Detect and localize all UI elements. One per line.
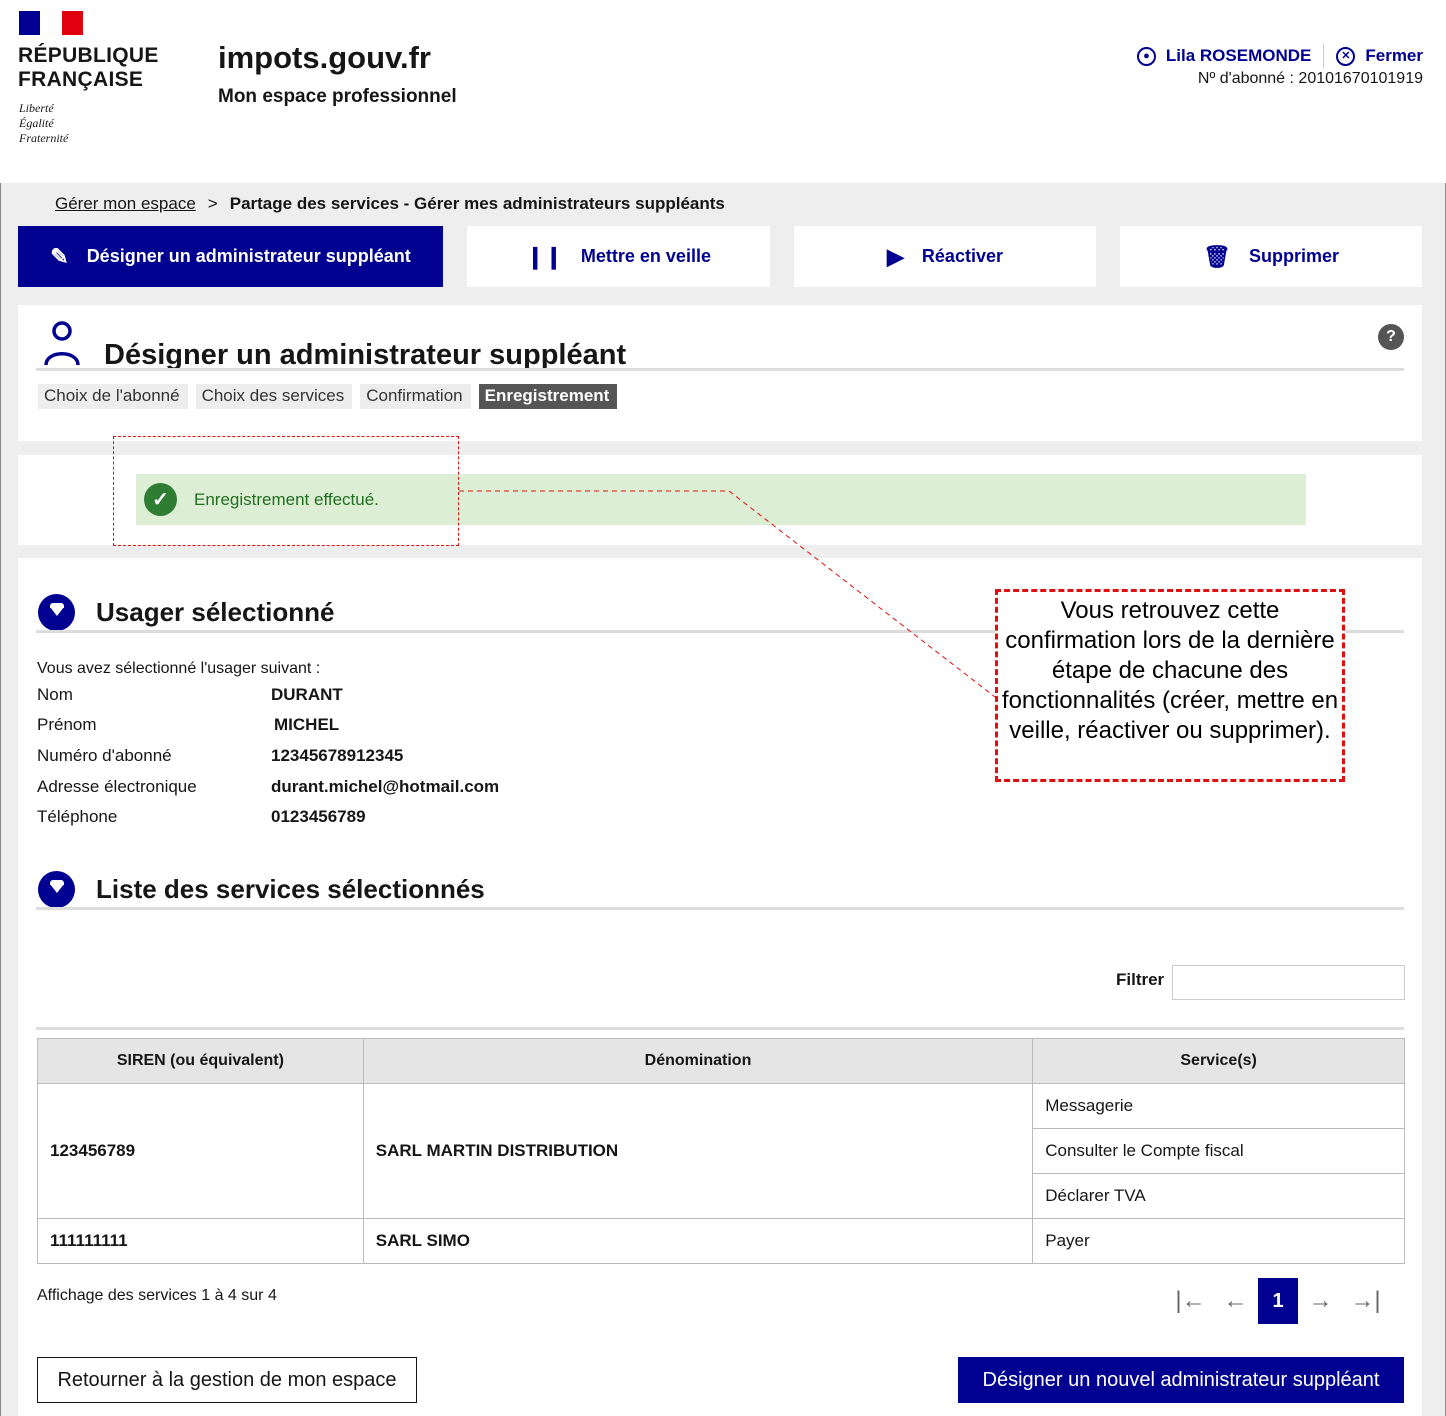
pencil-icon: ✎ xyxy=(50,243,69,269)
standby-button[interactable]: ❙❙ Mettre en veille xyxy=(467,226,770,287)
column-header-siren[interactable]: SIREN (ou équivalent) xyxy=(37,1038,364,1084)
title-panel: Désigner un administrateur suppléant ? C… xyxy=(18,305,1422,441)
divider xyxy=(1323,44,1325,68)
paging-info: Affichage des services 1 à 4 sur 4 xyxy=(37,1287,277,1304)
field-prenom: Prénom MICHEL xyxy=(37,715,339,735)
close-link[interactable]: Fermer xyxy=(1365,46,1423,66)
devise: Liberté Égalité Fraternité xyxy=(19,101,69,145)
chevron-down-icon[interactable] xyxy=(38,871,75,908)
field-value: MICHEL xyxy=(274,715,340,734)
services-section-title: Liste des services sélectionnés xyxy=(96,874,485,904)
designate-label: Désigner un administrateur suppléant xyxy=(86,246,411,266)
reactivate-button[interactable]: ▶ Réactiver xyxy=(794,226,1096,287)
title-underline xyxy=(36,368,1404,371)
designate-button[interactable]: ✎ Désigner un administrateur suppléant xyxy=(18,226,443,287)
step-choix-abonne: Choix de l'abonné xyxy=(38,384,188,409)
user-section-title: Usager sélectionné xyxy=(96,597,335,627)
cell-denomination: SARL SIMO xyxy=(362,1218,1034,1264)
republique-francaise-label: RÉPUBLIQUE FRANÇAISE xyxy=(18,44,159,91)
pause-icon: ❙❙ xyxy=(526,243,563,269)
field-value: 12345678912345 xyxy=(271,746,404,765)
cell-siren: 123456789 xyxy=(37,1083,364,1219)
step-choix-services: Choix des services xyxy=(195,384,353,409)
cell-service: Consulter le Compte fiscal xyxy=(1032,1128,1405,1174)
annotation-highlight-box xyxy=(113,436,459,546)
new-admin-button[interactable]: Désigner un nouvel administrateur supplé… xyxy=(958,1357,1404,1403)
close-icon[interactable]: ✕ xyxy=(1336,46,1356,66)
play-icon: ▶ xyxy=(887,243,904,269)
field-label: Prénom xyxy=(37,715,97,734)
delete-label: Supprimer xyxy=(1248,246,1339,266)
table-row: 111111111 SARL SIMO Payer xyxy=(37,1218,1405,1264)
stepper: Choix de l'abonné Choix des services Con… xyxy=(38,384,625,409)
user-intro: Vous avez sélectionné l'usager suivant : xyxy=(37,660,321,677)
subscriber-number: Nº d'abonné : 20101670101919 xyxy=(1197,70,1423,87)
column-header-denomination[interactable]: Dénomination xyxy=(362,1038,1034,1084)
user-section-header[interactable]: Usager sélectionné xyxy=(38,594,334,631)
cell-denomination: SARL MARTIN DISTRIBUTION xyxy=(362,1083,1034,1219)
site-title[interactable]: impots.gouv.fr xyxy=(218,40,431,76)
chevron-down-icon[interactable] xyxy=(38,594,75,631)
cell-siren: 111111111 xyxy=(37,1218,364,1264)
site-header: RÉPUBLIQUE FRANÇAISE Liberté Égalité Fra… xyxy=(0,0,1446,183)
filter-input[interactable] xyxy=(1172,965,1405,1000)
annotation-callout: Vous retrouvez cette confirmation lors d… xyxy=(995,589,1345,782)
trash-icon: 🗑 xyxy=(1203,243,1231,269)
breadcrumb: Gérer mon espace > Partage des services … xyxy=(55,194,725,214)
user-bar: ● Lila ROSEMONDE ✕ Fermer xyxy=(1136,44,1423,68)
user-name[interactable]: Lila ROSEMONDE xyxy=(1166,46,1311,66)
field-value: durant.michel@hotmail.com xyxy=(271,777,500,796)
field-label: Nom xyxy=(37,685,73,704)
field-value: 0123456789 xyxy=(271,807,366,826)
last-page-icon[interactable]: →| xyxy=(1343,1278,1388,1324)
field-numero-abonne: Numéro d'abonné 12345678912345 xyxy=(37,746,403,766)
breadcrumb-link-gerer[interactable]: Gérer mon espace xyxy=(55,194,196,214)
field-label: Adresse électronique xyxy=(37,777,197,796)
field-label: Numéro d'abonné xyxy=(37,746,172,765)
back-button[interactable]: Retourner à la gestion de mon espace xyxy=(37,1357,417,1403)
services-section-header[interactable]: Liste des services sélectionnés xyxy=(38,871,485,908)
pagination: |← ← 1 → →| xyxy=(1168,1278,1388,1324)
cell-service: Payer xyxy=(1032,1218,1405,1264)
section-underline xyxy=(36,907,1404,910)
help-icon[interactable]: ? xyxy=(1378,324,1404,350)
services-table: SIREN (ou équivalent) Dénomination Servi… xyxy=(37,1038,1405,1264)
column-header-services[interactable]: Service(s) xyxy=(1032,1038,1405,1084)
cell-service: Déclarer TVA xyxy=(1032,1173,1405,1219)
field-email: Adresse électronique durant.michel@hotma… xyxy=(37,777,499,797)
table-row: 123456789 SARL MARTIN DISTRIBUTION Messa… xyxy=(37,1083,1405,1219)
marianne-logo xyxy=(19,11,83,35)
field-value: DURANT xyxy=(271,685,343,704)
field-label: Téléphone xyxy=(37,807,118,826)
user-outline-icon xyxy=(44,321,80,366)
breadcrumb-separator: > xyxy=(207,194,218,213)
reactivate-label: Réactiver xyxy=(921,246,1003,266)
breadcrumb-current: Partage des services - Gérer mes adminis… xyxy=(229,194,725,213)
next-page-icon[interactable]: → xyxy=(1298,1278,1343,1324)
current-page[interactable]: 1 xyxy=(1258,1278,1298,1324)
table-header-row: SIREN (ou équivalent) Dénomination Servi… xyxy=(37,1038,1405,1084)
delete-button[interactable]: 🗑 Supprimer xyxy=(1120,226,1422,287)
site-subtitle: Mon espace professionnel xyxy=(218,86,457,107)
step-enregistrement: Enregistrement xyxy=(478,384,618,409)
table-top-line xyxy=(36,1027,1404,1030)
field-telephone: Téléphone 0123456789 xyxy=(37,807,366,827)
step-confirmation: Confirmation xyxy=(360,384,471,409)
prev-page-icon[interactable]: ← xyxy=(1213,1278,1258,1324)
first-page-icon[interactable]: |← xyxy=(1168,1278,1213,1324)
user-icon: ● xyxy=(1136,46,1156,66)
standby-label: Mettre en veille xyxy=(580,246,711,266)
filter-label: Filtrer xyxy=(1116,970,1165,989)
field-nom: Nom DURANT xyxy=(37,685,343,705)
cell-service: Messagerie xyxy=(1032,1083,1405,1129)
